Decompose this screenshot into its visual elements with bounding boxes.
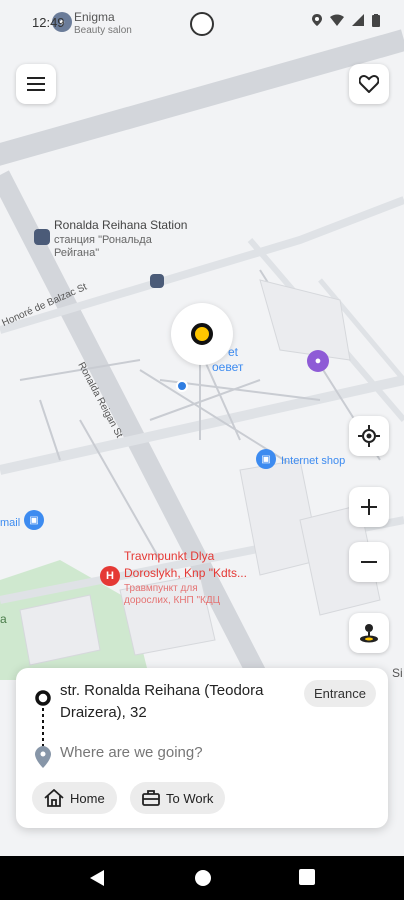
map-label-trauma-sub2: дорослих, КНП "КДЦ (124, 595, 221, 606)
map-label-internet-shop: Internet shop (281, 455, 346, 467)
pickup-address[interactable]: str. Ronalda Reihana (Teodora Draizera),… (60, 680, 290, 724)
camera-cutout (190, 12, 214, 36)
home-icon (44, 789, 64, 807)
zoom-in-button[interactable] (349, 487, 389, 527)
pickup-pin[interactable] (171, 303, 233, 365)
purple-poi-icon[interactable]: ● (307, 350, 329, 372)
pickup-pin-dot (191, 323, 213, 345)
map-label-trauma2: Doroslykh, Knp "Kdts... (124, 566, 247, 580)
status-bar: 12:49 (0, 0, 404, 40)
internet-shop-icon[interactable]: ▣ (256, 449, 276, 469)
zoom-out-button[interactable] (349, 542, 389, 582)
briefcase-icon (142, 790, 160, 806)
recents-icon[interactable] (298, 868, 316, 886)
map-label-station-sub2: Рейгана" (54, 247, 100, 259)
pickup-point-button[interactable] (349, 613, 389, 653)
map-label-trauma1: Travmpunkt Dlya (124, 549, 215, 563)
wifi-icon (330, 14, 344, 26)
system-nav-bar (0, 856, 404, 900)
person-pin-icon (360, 624, 378, 643)
map-label-pet2: оевет (212, 360, 244, 374)
home-nav-icon[interactable] (193, 868, 213, 888)
home-chip-label: Home (70, 790, 105, 806)
entrance-button[interactable]: Entrance (303, 680, 376, 707)
favorites-button[interactable] (349, 64, 389, 104)
station-icon[interactable] (34, 229, 50, 245)
map-label-mail: mail (0, 517, 21, 529)
minus-icon (361, 561, 377, 563)
location-status-icon (312, 14, 322, 26)
work-shortcut-chip[interactable]: To Work (130, 782, 226, 814)
battery-icon (372, 14, 380, 27)
map-label-edge-a: a (0, 612, 7, 626)
crosshair-icon (358, 425, 380, 447)
route-panel: str. Ronalda Reihana (Teodora Draizera),… (16, 668, 388, 828)
menu-button[interactable] (16, 64, 56, 104)
status-time: 12:49 (32, 15, 65, 30)
station-entrance-icon[interactable] (150, 274, 164, 288)
status-icons (312, 14, 380, 27)
map-label-station: Ronalda Reihana Station (54, 218, 188, 232)
heart-icon (359, 75, 379, 93)
destination-input[interactable]: Where are we going? (60, 744, 203, 761)
locate-me-button[interactable] (349, 416, 389, 456)
map-label-station-sub1: станция "Рональда (54, 234, 152, 246)
home-shortcut-chip[interactable]: Home (32, 782, 117, 814)
my-location-dot (176, 380, 188, 392)
hospital-icon[interactable]: H (100, 566, 120, 586)
route-line-icons (35, 690, 51, 768)
back-icon[interactable] (88, 868, 106, 888)
mail-poi-icon[interactable]: ▣ (24, 510, 44, 530)
map-label-edge-si: Si (392, 666, 403, 680)
hamburger-icon (27, 77, 45, 91)
signal-icon (352, 14, 364, 26)
work-chip-label: To Work (166, 790, 214, 806)
plus-icon (361, 499, 377, 515)
